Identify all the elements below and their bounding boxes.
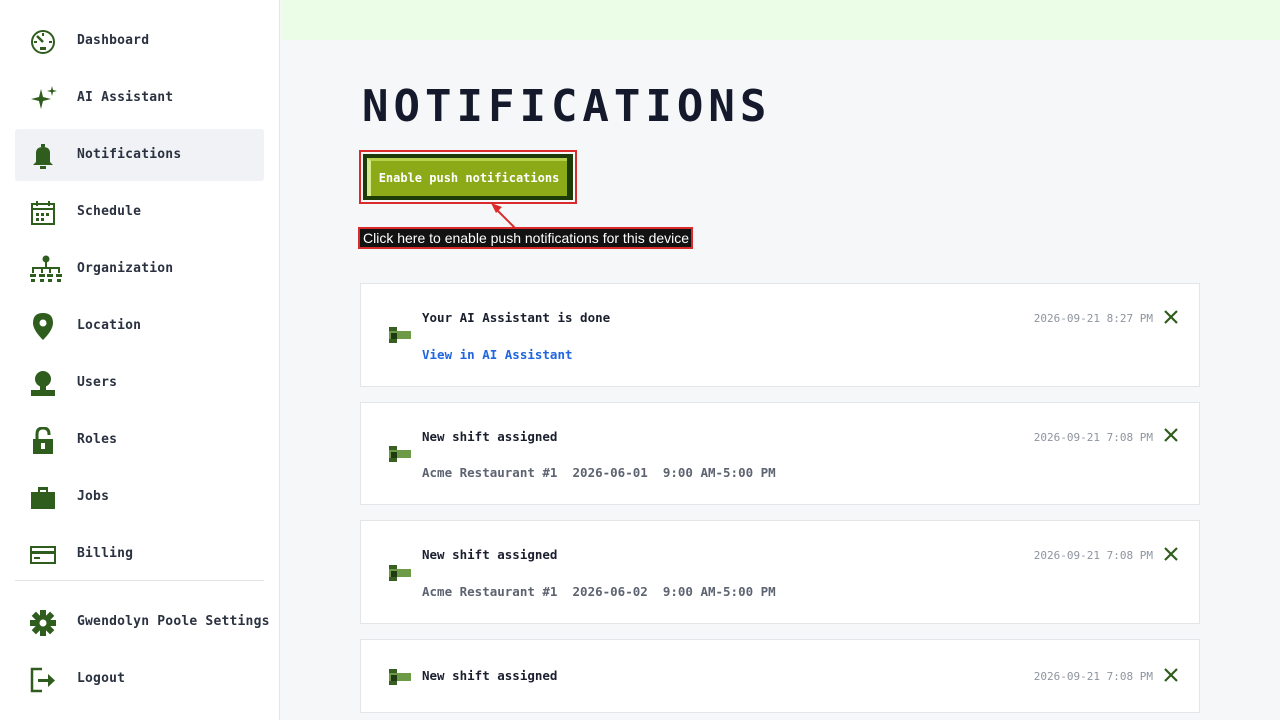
user-icon [30, 370, 62, 398]
sidebar-item-jobs[interactable]: Jobs [15, 471, 264, 523]
notification-card: New shift assigned 2026-09-21 7:08 PM [360, 639, 1200, 713]
sidebar-item-organization[interactable]: Organization [15, 243, 264, 295]
notification-card: Your AI Assistant is done 2026-09-21 8:2… [360, 283, 1200, 387]
gear-icon [30, 609, 62, 637]
notification-time: 2026-09-21 8:27 PM [1033, 312, 1153, 325]
sidebar-item-label: Organization [77, 261, 174, 276]
notification-title: Your AI Assistant is done [422, 310, 611, 325]
app-root: Dashboard AI Assistant Notifications Sch… [0, 0, 1280, 720]
sidebar-item-notifications[interactable]: Notifications [15, 129, 264, 181]
sidebar-item-roles[interactable]: Roles [15, 414, 264, 466]
notification-card: New shift assigned 2026-09-21 7:08 PM Ac… [360, 402, 1200, 505]
notification-icon [389, 446, 411, 462]
sidebar-item-label: Jobs [77, 489, 110, 504]
sidebar-item-label: Gwendolyn Poole Settings [77, 614, 270, 629]
sidebar-item-label: Billing [77, 546, 134, 561]
notification-icon [389, 669, 411, 685]
push-notification-hint: Click here to enable push notifications … [358, 227, 693, 249]
sidebar-item-label: Location [77, 318, 142, 333]
sidebar-item-label: Roles [77, 432, 118, 447]
sidebar-divider [15, 580, 264, 581]
notification-time: 2026-09-21 7:08 PM [1033, 670, 1153, 683]
sidebar-item-label: Users [77, 375, 118, 390]
sidebar-item-billing[interactable]: Billing [15, 528, 264, 580]
calendar-icon [30, 199, 62, 227]
sidebar-item-logout[interactable]: Logout [15, 653, 264, 705]
sidebar-item-label: AI Assistant [77, 90, 174, 105]
notification-time: 2026-09-21 7:08 PM [1033, 431, 1153, 444]
briefcase-icon [30, 484, 62, 512]
dashboard-icon [30, 28, 62, 56]
notification-title: New shift assigned [422, 429, 558, 444]
notification-detail: Acme Restaurant #1 2026-06-02 9:00 AM-5:… [422, 584, 776, 599]
notification-detail: Acme Restaurant #1 2026-06-01 9:00 AM-5:… [422, 465, 776, 480]
close-icon[interactable] [1163, 667, 1179, 683]
credit-card-icon [30, 541, 62, 569]
sidebar-item-label: Notifications [77, 147, 182, 162]
notification-icon [389, 327, 411, 343]
sidebar-item-dashboard[interactable]: Dashboard [15, 15, 264, 67]
top-banner [281, 0, 1280, 40]
sidebar-item-schedule[interactable]: Schedule [15, 186, 264, 238]
notification-title: New shift assigned [422, 668, 558, 683]
notification-icon [389, 565, 411, 581]
notification-card: New shift assigned 2026-09-21 7:08 PM Ac… [360, 520, 1200, 624]
org-chart-icon [30, 255, 62, 284]
close-icon[interactable] [1163, 427, 1179, 443]
sidebar-item-ai-assistant[interactable]: AI Assistant [15, 72, 264, 124]
push-button-highlight: Enable push notifications [359, 150, 577, 204]
view-in-ai-assistant-link[interactable]: View in AI Assistant [422, 347, 573, 362]
lock-icon [30, 427, 62, 455]
enable-push-notifications-button[interactable]: Enable push notifications [363, 154, 573, 200]
notification-time: 2026-09-21 7:08 PM [1033, 549, 1153, 562]
hint-arrow-icon [491, 203, 516, 229]
notification-title: New shift assigned [422, 547, 558, 562]
close-icon[interactable] [1163, 546, 1179, 562]
sparkle-icon [30, 85, 62, 113]
sidebar-item-settings[interactable]: Gwendolyn Poole Settings [15, 596, 269, 648]
sidebar-item-label: Dashboard [77, 33, 150, 48]
sidebar-item-location[interactable]: Location [15, 300, 264, 352]
sidebar-item-label: Schedule [77, 204, 142, 219]
sidebar-item-users[interactable]: Users [15, 357, 264, 409]
page-title: NOTIFICATIONS [362, 81, 772, 132]
sidebar: Dashboard AI Assistant Notifications Sch… [0, 0, 280, 720]
logout-icon [30, 666, 62, 694]
close-icon[interactable] [1163, 309, 1179, 325]
sidebar-item-label: Logout [77, 671, 126, 686]
push-button-label: Enable push notifications [367, 158, 567, 196]
location-pin-icon [30, 313, 62, 341]
bell-icon [30, 142, 62, 170]
